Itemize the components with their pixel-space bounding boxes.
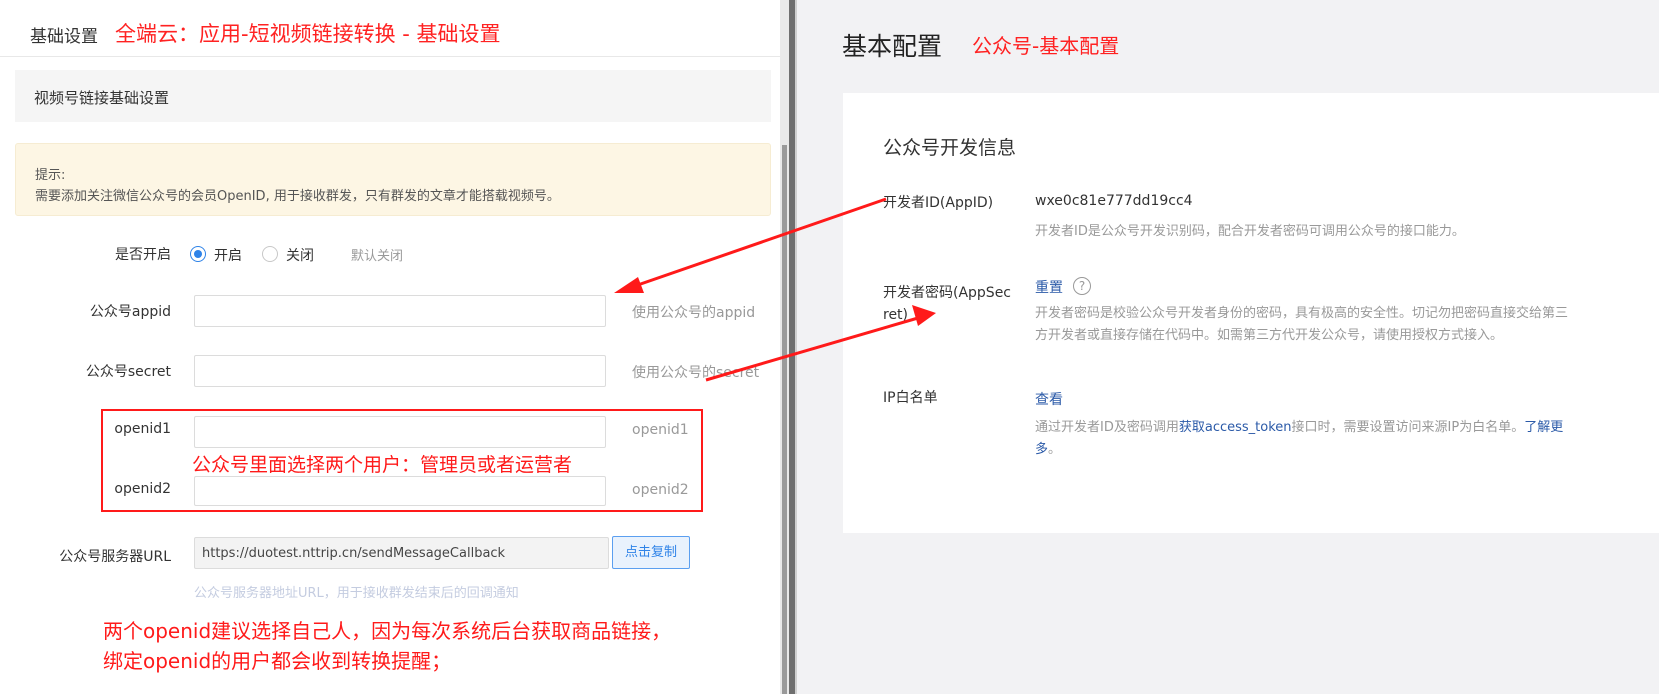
appsecret-label-line2: ret) bbox=[883, 307, 909, 323]
appsecret-desc-line1: 开发者密码是校验公众号开发者身份的密码，具有极高的安全性。切记勿把密码直接交给第… bbox=[1035, 306, 1569, 321]
appsecret-desc-line2: 方开发者或直接存储在代码中。如需第三方代开发公众号，请使用授权方式接入。 bbox=[1035, 328, 1504, 343]
ip-desc-mid: 接口时，需要设置访问来源IP为白名单。 bbox=[1291, 420, 1525, 435]
dev-info-card: 公众号开发信息 开发者ID(AppID) wxe0c81e777dd19cc4 … bbox=[843, 93, 1659, 533]
appid-hint: 使用公众号的appid bbox=[632, 305, 756, 321]
learn-more-link[interactable]: 了解更 bbox=[1524, 420, 1563, 435]
card-title: 公众号开发信息 bbox=[883, 137, 1017, 159]
section-title: 视频号链接基础设置 bbox=[34, 89, 170, 107]
copy-url-button[interactable]: 点击复制 bbox=[612, 536, 690, 569]
server-url-hint: 公众号服务器地址URL，用于接收群发结束后的回调通知 bbox=[194, 586, 519, 601]
ip-whitelist-label: IP白名单 bbox=[883, 390, 938, 406]
secret-input[interactable] bbox=[194, 355, 606, 387]
annotation-box-text: 公众号里面选择两个用户：管理员或者运营者 bbox=[192, 454, 573, 476]
radio-enable-off-label[interactable]: 关闭 bbox=[286, 245, 314, 265]
annotation-bottom-line2: 绑定openid的用户都会收到转换提醒； bbox=[103, 649, 452, 673]
appid-label: 公众号appid bbox=[89, 304, 171, 320]
tip-label: 提示: bbox=[35, 168, 66, 183]
ip-desc-end: 。 bbox=[1048, 442, 1062, 457]
page-title: 基础设置 bbox=[30, 27, 98, 47]
annotation-title: 全端云：应用-短视频链接转换 - 基础设置 bbox=[115, 22, 501, 46]
appid-field-label: 开发者ID(AppID) bbox=[883, 195, 994, 211]
enable-label: 是否开启 bbox=[115, 247, 171, 263]
secret-hint: 使用公众号的secret bbox=[632, 365, 760, 381]
radio-enable-on[interactable] bbox=[190, 246, 206, 262]
section-header: 视频号链接基础设置 bbox=[15, 70, 771, 122]
left-header: 基础设置 全端云：应用-短视频链接转换 - 基础设置 bbox=[0, 0, 780, 57]
radio-enable-off[interactable] bbox=[262, 246, 278, 262]
access-token-link[interactable]: 获取access_token bbox=[1179, 420, 1292, 435]
config-annotation-title: 公众号-基本配置 bbox=[972, 34, 1120, 58]
enable-hint: 默认关闭 bbox=[351, 249, 404, 264]
view-whitelist-link[interactable]: 查看 bbox=[1035, 389, 1063, 409]
ip-desc-prefix: 通过开发者ID及密码调用 bbox=[1035, 420, 1179, 435]
left-settings-panel: 基础设置 全端云：应用-短视频链接转换 - 基础设置 视频号链接基础设置 提示:… bbox=[0, 0, 780, 694]
radio-enable-on-label[interactable]: 开启 bbox=[214, 245, 242, 265]
learn-more-link-cont[interactable]: 多 bbox=[1035, 442, 1048, 457]
appsecret-label-line1: 开发者密码(AppSec bbox=[883, 285, 1012, 301]
question-circle-icon[interactable]: ? bbox=[1073, 277, 1091, 295]
ip-whitelist-desc: 通过开发者ID及密码调用获取access_token接口时，需要设置访问来源IP… bbox=[1035, 417, 1595, 461]
annotation-bottom-line1: 两个openid建议选择自己人，因为每次系统后台获取商品链接， bbox=[103, 619, 672, 643]
appid-input[interactable] bbox=[194, 295, 606, 327]
right-config-panel: 基本配置 公众号-基本配置 公众号开发信息 开发者ID(AppID) wxe0c… bbox=[797, 0, 1659, 694]
tip-box: 提示: 需要添加关注微信公众号的会员OpenID, 用于接收群发，只有群发的文章… bbox=[15, 143, 771, 216]
server-url-input[interactable]: https://duotest.nttrip.cn/sendMessageCal… bbox=[194, 537, 609, 569]
server-url-label: 公众号服务器URL bbox=[59, 549, 171, 565]
config-page-title: 基本配置 bbox=[842, 32, 943, 61]
tip-text: 需要添加关注微信公众号的会员OpenID, 用于接收群发，只有群发的文章才能搭载… bbox=[35, 189, 560, 204]
appid-value: wxe0c81e777dd19cc4 bbox=[1035, 193, 1193, 209]
reset-secret-link[interactable]: 重置 bbox=[1035, 277, 1063, 297]
secret-label: 公众号secret bbox=[85, 364, 171, 380]
appid-desc: 开发者ID是公众号开发识别码，配合开发者密码可调用公众号的接口能力。 bbox=[1035, 224, 1465, 239]
scrollbar-thumb[interactable] bbox=[782, 145, 787, 694]
